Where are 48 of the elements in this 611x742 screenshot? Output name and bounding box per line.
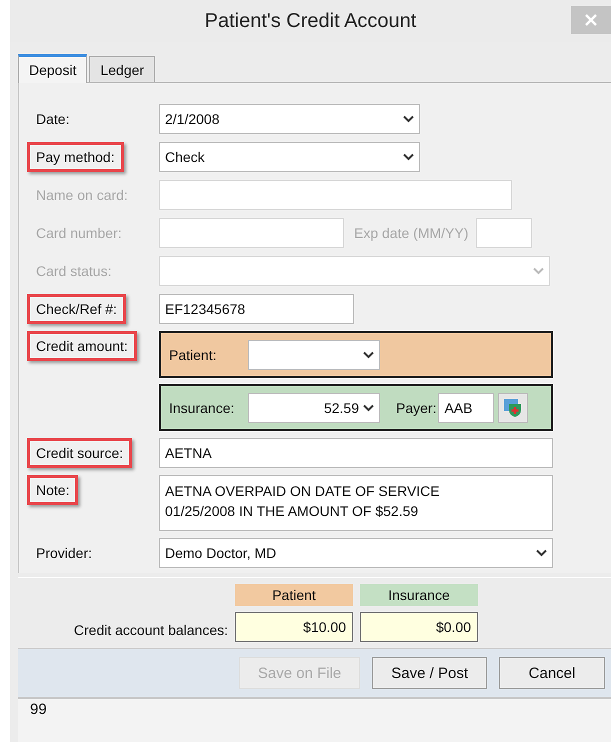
- chevron-icon: [363, 404, 374, 412]
- card-status-dropdown[interactable]: [159, 256, 550, 286]
- tab[interactable]: Ledger: [89, 56, 156, 82]
- card-number-field[interactable]: [159, 218, 344, 248]
- card-status-label: Card status:: [35, 262, 112, 281]
- action-button[interactable]: Cancel: [499, 657, 605, 689]
- provider-dropdown[interactable]: Demo Doctor, MD: [159, 538, 553, 568]
- check-ref-field[interactable]: EF12345678: [159, 294, 354, 324]
- credit-source-label: Credit source:: [27, 438, 132, 468]
- card-number-label: Card number:: [35, 224, 123, 243]
- date-label: Date:: [35, 110, 70, 129]
- close-button[interactable]: [571, 6, 611, 34]
- tab[interactable]: Deposit: [18, 54, 88, 83]
- pay-method-label: Pay method:: [27, 142, 124, 172]
- payer-lookup-button[interactable]: [498, 392, 528, 422]
- note-field[interactable]: AETNA OVERPAID ON DATE OF SERVICE 01/25/2008 IN THE AMOUNT OF $52.59: [159, 475, 553, 531]
- name-on-card-label: Name on card:: [35, 186, 129, 205]
- status-text: 99: [30, 701, 47, 718]
- chevron-icon: [536, 549, 547, 557]
- credit-amount-label: Credit amount:: [27, 331, 137, 361]
- chevron-icon: [363, 350, 374, 358]
- credit-source-field[interactable]: AETNA: [159, 438, 553, 468]
- patient-amount-dropdown[interactable]: [248, 340, 380, 370]
- balance-value: $10.00: [235, 612, 353, 642]
- exp-date-field[interactable]: [476, 218, 532, 248]
- patient-label: Patient:: [169, 346, 218, 362]
- balance-value: $0.00: [360, 612, 478, 642]
- payer-field[interactable]: AAB: [438, 392, 494, 422]
- close-icon: [584, 13, 598, 27]
- insurance-amount-dropdown[interactable]: 52.59: [248, 392, 380, 422]
- date-dropdown[interactable]: 2/1/2008: [159, 104, 420, 134]
- chevron-icon: [533, 267, 544, 275]
- exp-date-label: Exp date (MM/YY): [354, 225, 468, 241]
- insurance-label: Insurance:: [169, 400, 236, 416]
- balances-label: Credit account balances:: [74, 621, 228, 638]
- balance-heading: Insurance: [360, 584, 478, 606]
- name-on-card-field[interactable]: [159, 180, 512, 210]
- chevron-icon: [403, 153, 414, 161]
- action-button[interactable]: Save / Post: [372, 657, 487, 689]
- balance-heading: Patient: [235, 584, 353, 606]
- check-ref-label: Check/Ref #:: [27, 294, 126, 324]
- window-title: Patient's Credit Account: [204, 10, 416, 32]
- pay-method-dropdown[interactable]: Check: [159, 142, 420, 172]
- note-label: Note:: [27, 475, 78, 505]
- shield-icon: [503, 398, 524, 418]
- chevron-icon: [403, 115, 414, 123]
- provider-label: Provider:: [35, 544, 94, 563]
- payer-label: Payer:: [396, 400, 436, 416]
